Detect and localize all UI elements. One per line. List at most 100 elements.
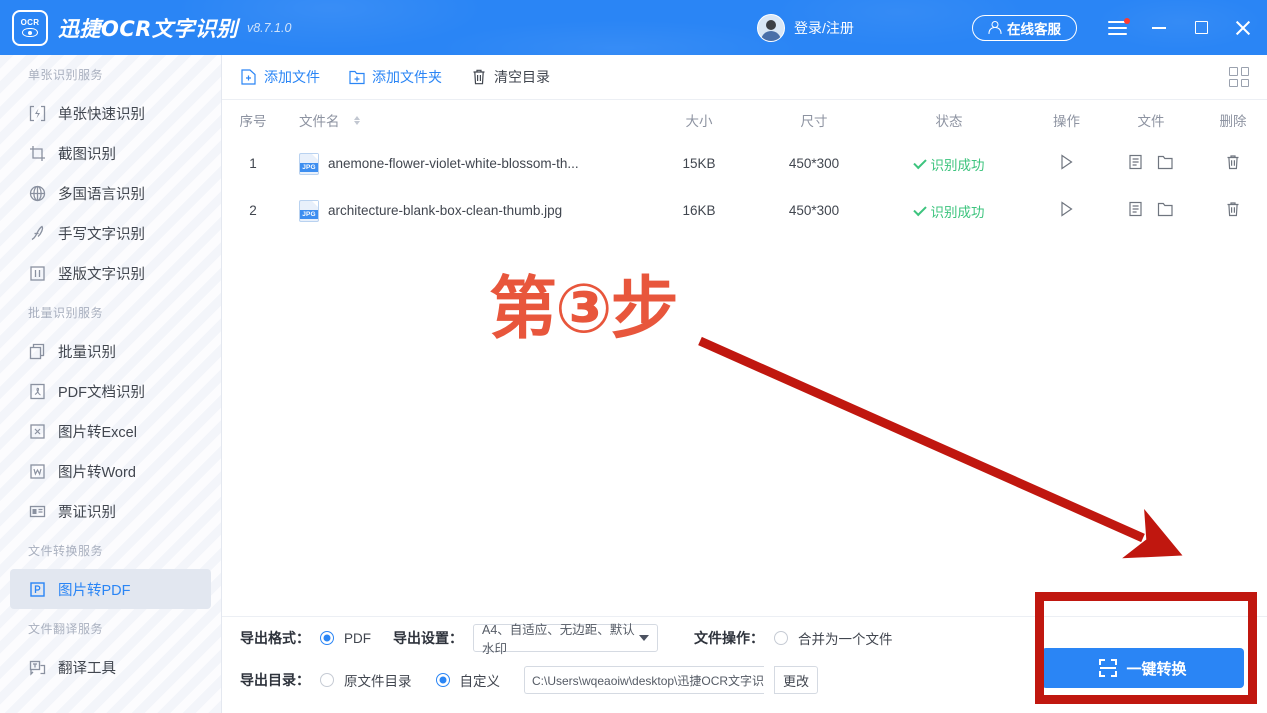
column-header-file: 文件 xyxy=(1137,114,1165,129)
sort-icon[interactable] xyxy=(353,115,360,125)
status-badge: 识别成功 xyxy=(912,201,985,221)
add-folder-button[interactable]: 添加文件夹 xyxy=(348,67,442,87)
sidebar-item-label: 图片转PDF xyxy=(58,582,131,599)
source-dir-radio[interactable] xyxy=(320,673,334,687)
jpg-file-type-label: JPG xyxy=(300,209,318,219)
convert-button[interactable]: 一键转换 xyxy=(1042,648,1244,688)
sidebar-item-label: 竖版文字识别 xyxy=(58,266,145,283)
add-file-label: 添加文件 xyxy=(264,69,320,85)
row-filename: architecture-blank-box-clean-thumb.jpg xyxy=(328,203,563,218)
window-controls xyxy=(1107,17,1253,38)
add-file-icon xyxy=(240,69,257,86)
play-icon[interactable] xyxy=(1059,201,1074,217)
document-icon[interactable] xyxy=(1128,154,1143,170)
column-header-status: 状态 xyxy=(935,114,963,129)
person-icon xyxy=(988,21,1001,34)
column-header-size: 大小 xyxy=(685,114,713,129)
row-filename-cell: JPG anemone-flower-violet-white-blossom-… xyxy=(284,152,644,175)
sidebar-group-title: 批量识别服务 xyxy=(28,305,104,320)
row-status: 识别成功 xyxy=(874,201,1024,221)
sidebar-item-image-to-word[interactable]: 图片转Word xyxy=(10,451,211,491)
scan-icon xyxy=(1099,659,1118,677)
merge-files-radio[interactable] xyxy=(774,631,788,645)
maximize-button[interactable] xyxy=(1191,18,1211,38)
minimize-button[interactable] xyxy=(1149,18,1169,38)
change-path-button[interactable]: 更改 xyxy=(774,666,818,694)
table-header: 序号 文件名 大小 尺寸 状态 操作 文件 删除 xyxy=(222,100,1267,140)
close-button[interactable] xyxy=(1233,18,1253,38)
folder-icon[interactable] xyxy=(1157,202,1174,217)
sidebar: 单张识别服务 单张快速识别 截图识别 多国语言识别 手写文字识别 竖版文字识别 … xyxy=(0,55,222,713)
convert-button-label: 一键转换 xyxy=(1126,660,1187,678)
delete-icon[interactable] xyxy=(1226,201,1240,217)
output-path-value: C:\Users\wqeaoiw\desktop\迅捷OCR文字识 xyxy=(532,673,764,688)
output-path-input[interactable]: C:\Users\wqeaoiw\desktop\迅捷OCR文字识 xyxy=(524,666,764,694)
check-icon xyxy=(912,155,927,169)
row-size: 16KB xyxy=(682,203,716,218)
export-settings-select[interactable]: A4、自适应、无边距、默认水印 xyxy=(473,623,658,656)
sidebar-item-translation-tool[interactable]: 翻译工具 xyxy=(10,647,211,687)
row-delete-cell xyxy=(1193,154,1267,173)
row-index: 2 xyxy=(249,203,257,218)
folder-icon[interactable] xyxy=(1157,155,1174,170)
maximize-icon xyxy=(1194,21,1208,34)
sidebar-item-image-to-pdf[interactable]: 图片转PDF xyxy=(10,569,211,609)
column-header-index: 序号 xyxy=(239,114,267,129)
document-icon[interactable] xyxy=(1128,201,1143,217)
sidebar-item-pdf-document-recognition[interactable]: PDF文档识别 xyxy=(10,371,211,411)
sidebar-item-screenshot-recognition[interactable]: 截图识别 xyxy=(10,133,211,173)
custom-dir-radio[interactable] xyxy=(435,673,450,687)
pen-icon xyxy=(28,224,47,243)
sidebar-item-image-to-excel[interactable]: 图片转Excel xyxy=(10,411,211,451)
add-folder-icon xyxy=(348,69,365,86)
table-row[interactable]: 2 JPG architecture-blank-box-clean-thumb… xyxy=(222,187,1267,234)
action-toolbar: 添加文件 添加文件夹 清空目录 xyxy=(222,55,1267,100)
online-service-button[interactable]: 在线客服 xyxy=(972,14,1077,41)
row-delete-cell xyxy=(1193,201,1267,220)
custom-dir-label[interactable]: 自定义 xyxy=(460,670,501,690)
card-icon xyxy=(28,502,47,521)
login-register-label: 登录/注册 xyxy=(794,19,854,36)
column-header-filename[interactable]: 文件名 xyxy=(284,110,644,130)
sidebar-item-vertical-text-recognition[interactable]: 竖版文字识别 xyxy=(10,253,211,293)
play-icon[interactable] xyxy=(1059,154,1074,170)
sidebar-item-label: 截图识别 xyxy=(58,146,116,163)
export-format-radio-pdf[interactable] xyxy=(320,631,334,645)
sidebar-item-certificate-recognition[interactable]: 票证识别 xyxy=(10,491,211,531)
sidebar-item-label: 单张快速识别 xyxy=(58,106,145,123)
avatar xyxy=(757,13,785,42)
clear-list-button[interactable]: 清空目录 xyxy=(470,67,550,87)
row-dimension: 450*300 xyxy=(788,203,840,218)
login-register-button[interactable]: 登录/注册 xyxy=(757,13,854,42)
vertical-text-icon xyxy=(28,264,47,283)
source-dir-label[interactable]: 原文件目录 xyxy=(344,670,412,690)
add-file-button[interactable]: 添加文件 xyxy=(240,67,320,87)
hamburger-menu-icon xyxy=(1107,17,1130,35)
status-label: 识别成功 xyxy=(930,157,985,173)
jpg-file-icon: JPG xyxy=(299,152,319,175)
app-logo-icon: OCR xyxy=(12,9,48,46)
sidebar-item-multilanguage-recognition[interactable]: 多国语言识别 xyxy=(10,173,211,213)
export-format-value[interactable]: PDF xyxy=(344,631,371,646)
minimize-icon xyxy=(1152,26,1166,29)
grid-icon[interactable] xyxy=(1229,67,1249,87)
table-row[interactable]: 1 JPG anemone-flower-violet-white-blosso… xyxy=(222,140,1267,187)
sidebar-item-handwriting-recognition[interactable]: 手写文字识别 xyxy=(10,213,211,253)
sidebar-item-label: 批量识别 xyxy=(58,344,116,361)
globe-icon xyxy=(28,184,47,203)
trash-icon xyxy=(470,69,487,86)
row-action-cell xyxy=(1024,201,1109,220)
logo-ocr-text: OCR xyxy=(20,18,40,27)
menu-button[interactable] xyxy=(1107,17,1130,38)
bottom-settings-panel: 导出格式： PDF 导出设置： A4、自适应、无边距、默认水印 文件操作： 合并… xyxy=(222,616,1267,713)
delete-icon[interactable] xyxy=(1226,154,1240,170)
sidebar-item-batch-recognition[interactable]: 批量识别 xyxy=(10,331,211,371)
row-file-cell xyxy=(1109,154,1193,173)
file-icon-group xyxy=(1128,154,1174,170)
sidebar-item-single-quick-recognition[interactable]: 单张快速识别 xyxy=(10,93,211,133)
column-header-action: 操作 xyxy=(1053,114,1080,129)
merge-files-label[interactable]: 合并为一个文件 xyxy=(798,628,893,648)
export-format-label: 导出格式： xyxy=(240,630,310,646)
row-file-cell xyxy=(1109,201,1193,220)
logo-eye-icon xyxy=(22,28,38,37)
